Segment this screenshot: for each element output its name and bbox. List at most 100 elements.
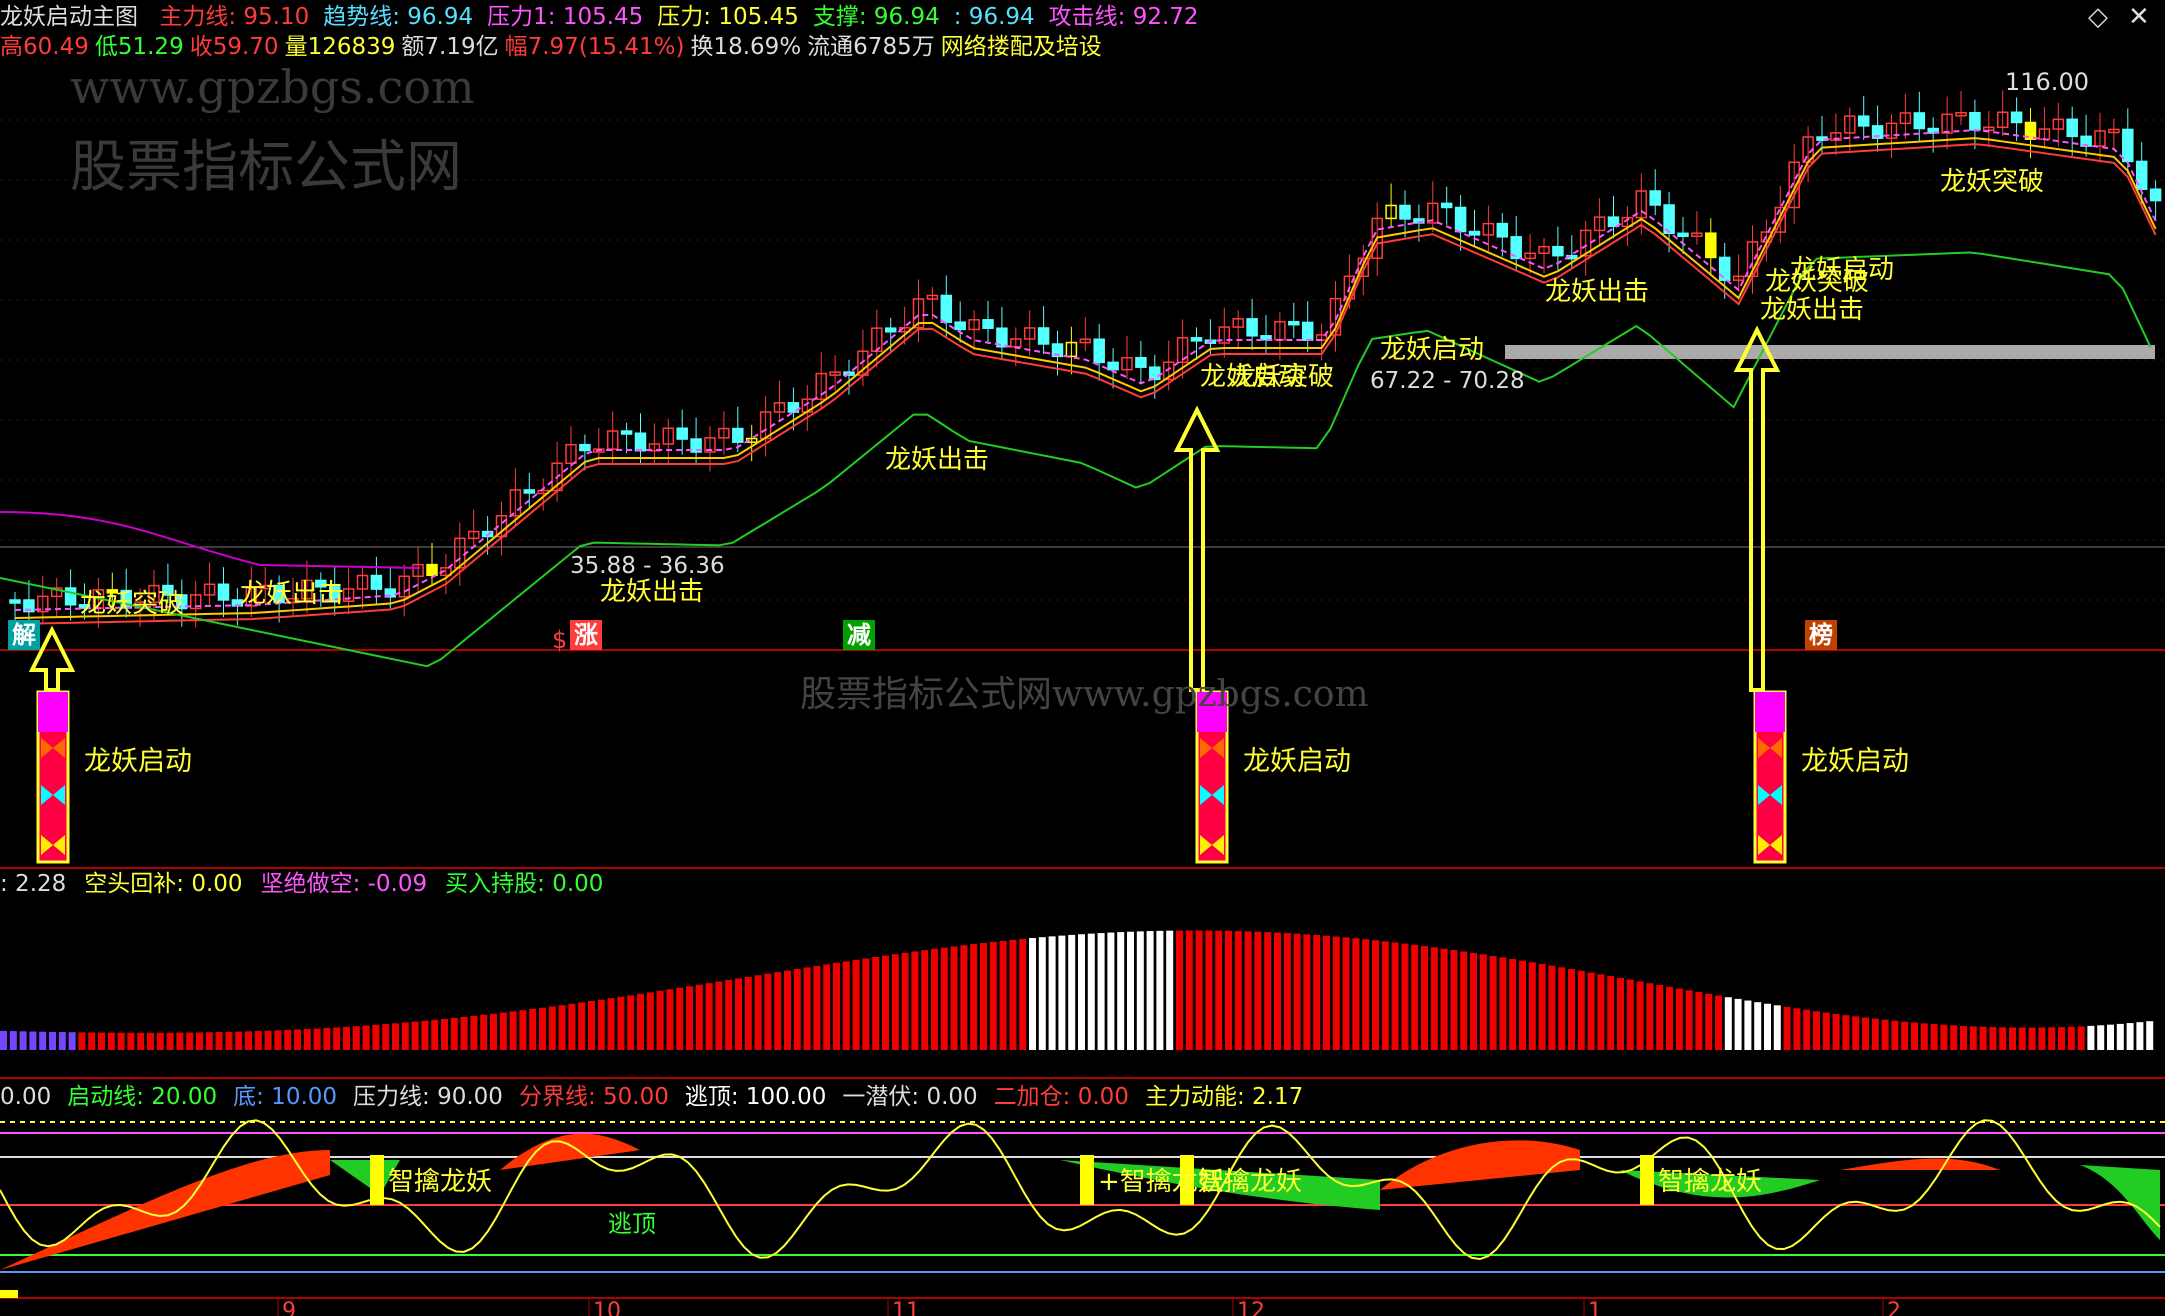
histogram-bar [1548, 965, 1556, 1050]
histogram-bar [980, 942, 987, 1050]
histogram-bar [1724, 997, 1732, 1050]
histogram-bar [1969, 1026, 1977, 1050]
quote-field-6: 换18.69% [690, 34, 802, 60]
histogram-bar [382, 1024, 390, 1050]
histogram-bar [793, 969, 801, 1050]
close-icon[interactable]: ✕ [2128, 2, 2150, 32]
candle [676, 427, 688, 440]
histogram-bar [1391, 942, 1399, 1050]
event-tag-1[interactable]: 涨 [570, 620, 602, 650]
time-label: 2 [1887, 1299, 1901, 1316]
histogram-bar [1421, 946, 1428, 1050]
header-indicator-1: 趋势线: 96.94 [323, 4, 474, 30]
histogram-bar [774, 972, 782, 1050]
histogram-bar [0, 1030, 7, 1050]
histogram-bar [470, 1015, 478, 1050]
watermark-url: www.gpzbgs.com [70, 60, 475, 114]
histogram-bar [352, 1026, 360, 1050]
histogram-bar [1607, 976, 1615, 1050]
header-line-2: 高60.49 低51.29 收59.70 量126839 额7.19亿 幅7.97(15.… [0, 30, 1122, 64]
histogram-bar [49, 1031, 56, 1050]
candle [1454, 206, 1467, 233]
histogram-bar [1019, 938, 1027, 1050]
histogram-bar [617, 996, 625, 1050]
histogram-bar [833, 962, 840, 1050]
histogram-bar [1440, 948, 1448, 1050]
histogram-bar [1999, 1027, 2007, 1050]
signal-label: 龙妖出击 [1760, 295, 1864, 325]
histogram-bar [911, 951, 919, 1050]
histogram-bar [1803, 1009, 1811, 1050]
histogram-bar [1225, 930, 1232, 1050]
histogram-bar [1342, 937, 1350, 1050]
histogram-bar [1852, 1016, 1860, 1050]
histogram-bar [499, 1012, 507, 1050]
histogram-bar [1813, 1011, 1820, 1050]
candle [9, 599, 21, 604]
candle [1440, 202, 1453, 209]
histogram-bar [1489, 955, 1497, 1050]
histogram-bar [1862, 1017, 1869, 1050]
histogram-bar [588, 1001, 595, 1050]
histogram-bar [784, 970, 791, 1050]
event-tag-0[interactable]: 解 [8, 620, 40, 650]
event-tag-3[interactable]: 榜 [1805, 620, 1837, 650]
histogram-bar [509, 1011, 517, 1050]
histogram-bar [2058, 1027, 2065, 1050]
candle [1913, 112, 1926, 130]
histogram-bar [1636, 981, 1644, 1050]
histogram-bar [245, 1031, 252, 1050]
quote-field-2: 收59.70 [189, 34, 279, 60]
histogram-bar [1381, 941, 1389, 1050]
candle [1107, 361, 1119, 371]
histogram-bar [735, 978, 742, 1050]
panel4-indicator-5: 逃顶: 100.00 [684, 1084, 827, 1110]
histogram-bar [1234, 931, 1242, 1050]
histogram-bar [950, 946, 958, 1050]
histogram-bar [205, 1032, 213, 1050]
signal-bar [370, 1155, 384, 1205]
histogram-bar [1666, 986, 1673, 1050]
signal-bar [1080, 1155, 1094, 1205]
histogram-bar [1538, 963, 1546, 1050]
panel4-indicator-7: 二加仓: 0.00 [993, 1084, 1129, 1110]
histogram-bar [2038, 1027, 2046, 1050]
histogram-bar [1166, 930, 1174, 1050]
signal-label: 龙妖出击 [1545, 277, 1649, 307]
histogram-bar [1754, 1002, 1762, 1050]
histogram-bar [78, 1032, 86, 1050]
histogram-bar [1911, 1022, 1918, 1050]
diamond-icon[interactable]: ◇ [2088, 2, 2108, 32]
histogram-bar [1254, 931, 1262, 1050]
histogram-bar [1685, 990, 1693, 1050]
histogram-bar [1274, 932, 1281, 1050]
candle [1301, 321, 1314, 341]
time-label: 9 [282, 1299, 296, 1316]
histogram-bar [1656, 985, 1664, 1050]
histogram-bar [1783, 1006, 1791, 1050]
histogram-bar [39, 1031, 47, 1050]
chart-window[interactable]: 116.00 35.88 - 36.36 67.22 - 70.28 龙妖出击 龙妖出击… [0, 0, 2165, 1316]
histogram-bar [578, 1002, 586, 1050]
histogram-bar [127, 1032, 135, 1050]
histogram-bar [2067, 1026, 2075, 1050]
histogram-bar [1989, 1027, 1997, 1050]
panel3-legend: : 2.28 空头回补: 0.00 坚绝做空: -0.09 买入持股: 0.00 [0, 867, 621, 901]
header-indicator-3: 压力: 105.45 [657, 4, 799, 30]
histogram-bar [1401, 943, 1409, 1050]
histogram-bar [88, 1032, 96, 1050]
panel3-indicator-3: 买入持股: 0.00 [445, 871, 604, 897]
histogram-bar [1303, 934, 1311, 1050]
histogram-bar [1058, 935, 1066, 1050]
histogram-bar [823, 964, 831, 1050]
event-tag-2[interactable]: 减 [843, 620, 875, 650]
histogram-bar [1558, 967, 1566, 1050]
histogram-bar [597, 999, 605, 1050]
histogram-bar [548, 1006, 556, 1050]
candle [1969, 112, 1981, 131]
quote-field-3: 量126839 [284, 34, 396, 60]
histogram-bar [1244, 931, 1252, 1050]
histogram-bar [1764, 1003, 1771, 1050]
quote-field-4: 额7.19亿 [401, 34, 499, 60]
candle [217, 583, 230, 601]
